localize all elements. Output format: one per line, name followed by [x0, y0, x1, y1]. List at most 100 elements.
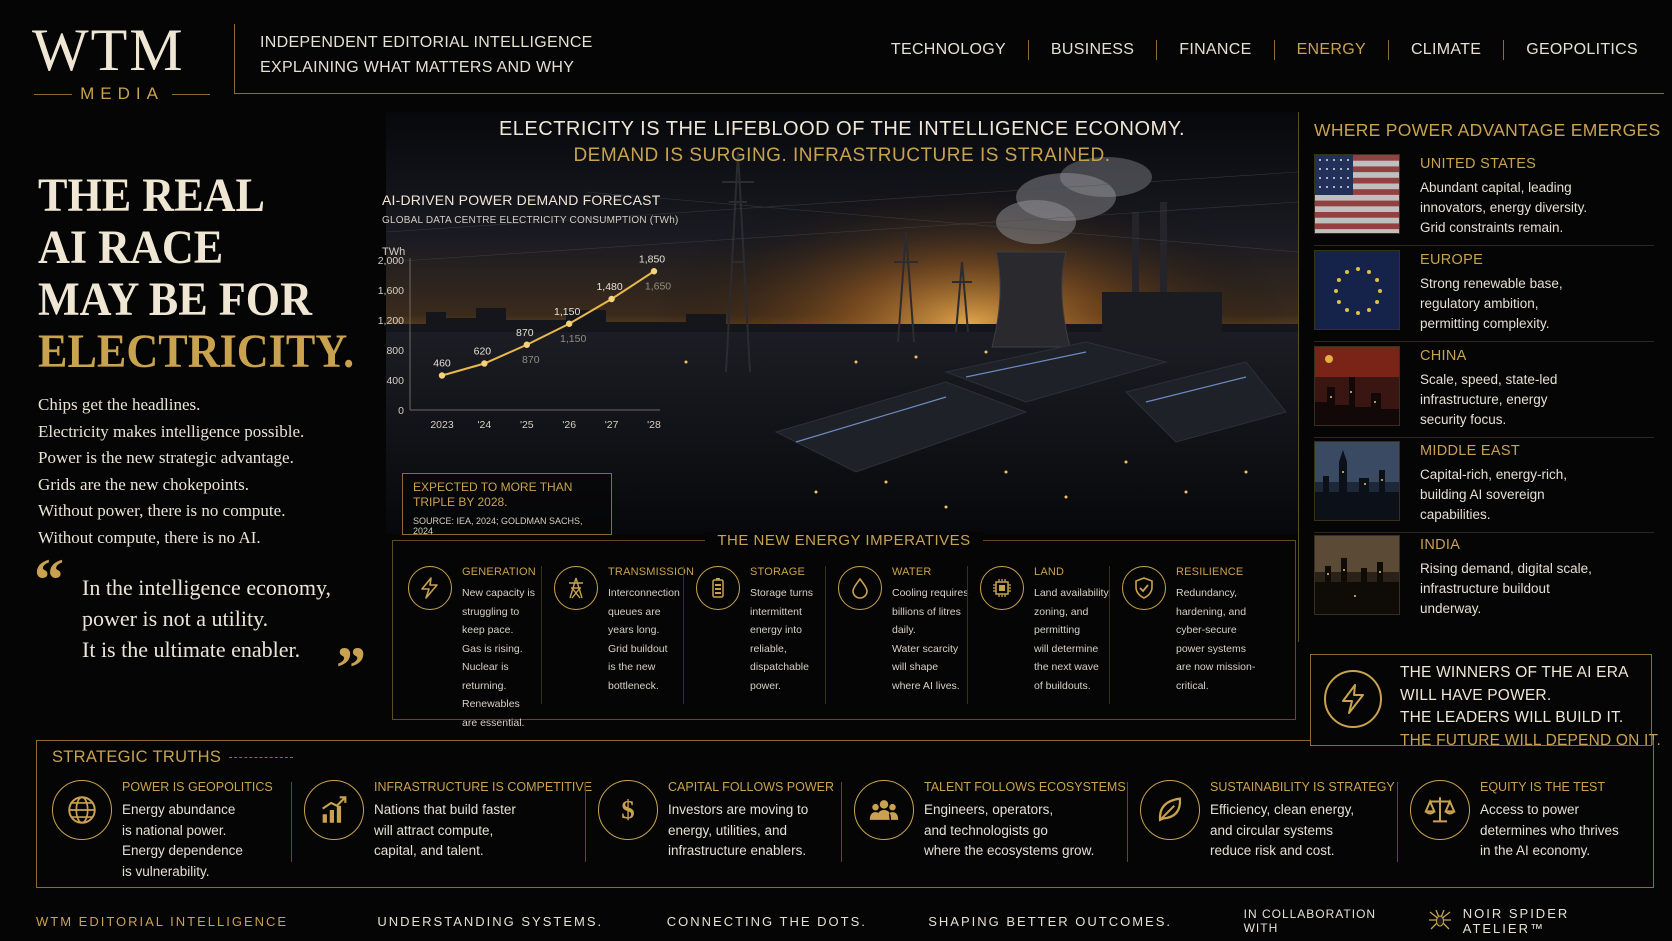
- imperative-line: years long.: [608, 624, 660, 636]
- imperative-line: energy into: [750, 624, 802, 636]
- quote-close-mark-icon: ”: [336, 635, 366, 701]
- truth-divider: [841, 782, 842, 862]
- imperative-line: the next wave: [1034, 661, 1099, 673]
- y-tick-label: 2,000: [378, 255, 404, 267]
- strategic-truths-title-text: STRATEGIC TRUTHS: [52, 748, 222, 766]
- y-tick-label: 0: [398, 405, 404, 417]
- nav-business[interactable]: BUSINESS: [1027, 40, 1156, 60]
- truth-line: where the ecosystems grow.: [924, 843, 1095, 858]
- imperative-line: power.: [750, 679, 781, 692]
- winners-line: THE WINNERS OF THE AI ERA: [1400, 664, 1629, 681]
- imperative-line: bottleneck.: [608, 679, 659, 692]
- nav-technology[interactable]: TECHNOLOGY: [869, 40, 1028, 60]
- region-europe: EUROPE Strong renewable base, regulatory a…: [1314, 246, 1654, 342]
- dollar-icon: $: [598, 780, 658, 840]
- data-label: 1,850: [639, 254, 665, 265]
- region-name: UNITED STATES: [1420, 156, 1537, 172]
- region-united-states: UNITED STATES Abundant capital, leading in…: [1314, 150, 1654, 246]
- us-flag-image: [1314, 154, 1400, 234]
- imperative-storage: STORAGE Storage turns intermittent energy i…: [684, 562, 826, 712]
- truth-divider: [291, 782, 292, 862]
- quote-open-mark-icon: “: [34, 547, 64, 613]
- imperative-line: are essential.: [462, 716, 525, 729]
- truth-talent-follows-ecosystems: TALENT FOLLOWS ECOSYSTEMS Engineers, oper…: [854, 778, 1128, 878]
- imperative-body: Redundancy, hardening, and cyber-secure pow…: [1176, 584, 1258, 695]
- region-name: MIDDLE EAST: [1420, 443, 1520, 459]
- imperative-body: Cooling requires billions of litres daily.…: [892, 584, 974, 695]
- region-china: CHINA Scale, speed, state-led infrastructu…: [1314, 342, 1654, 438]
- imperative-water: WATER Cooling requires billions of litres d…: [826, 562, 968, 712]
- imperative-line: Storage turns: [750, 587, 814, 599]
- nav-climate[interactable]: CLIMATE: [1387, 40, 1503, 60]
- hero-subtitle: DEMAND IS SURGING. INFRASTRUCTURE IS STR…: [573, 145, 1111, 166]
- region-line: Capital-rich, energy-rich,: [1420, 467, 1568, 482]
- y-tick-label: 800: [386, 345, 404, 357]
- truth-heading: EQUITY IS THE TEST: [1480, 780, 1606, 794]
- region-description: Scale, speed, state-led infrastructure, e…: [1420, 370, 1650, 430]
- nav-finance[interactable]: FINANCE: [1156, 40, 1273, 60]
- truth-heading: POWER IS GEOPOLITICS: [122, 780, 273, 794]
- truth-line: energy, utilities, and: [668, 822, 788, 838]
- imperative-line: Gas is rising.: [462, 642, 523, 655]
- footer-partner: NOIR SPIDER ATELIER™: [1462, 906, 1570, 936]
- quote-line: power is not a utility.: [82, 606, 269, 631]
- chart-title: AI-DRIVEN POWER DEMAND FORECAST: [382, 192, 661, 208]
- footer-motto-2: CONNECTING THE DOTS.: [666, 913, 867, 929]
- footer-motto-3: SHAPING BETTER OUTCOMES.: [928, 913, 1172, 929]
- imperative-line: struggling to: [462, 605, 520, 618]
- lightning-icon: [408, 566, 452, 610]
- region-line: Rising demand, digital scale,: [1420, 561, 1592, 576]
- imperative-body: Land availability, zoning, and permitting w…: [1034, 584, 1116, 695]
- pull-quote: In the intelligence economy, power is no…: [82, 572, 331, 665]
- region-line: Strong renewable base,: [1420, 276, 1563, 291]
- region-description: Strong renewable base, regulatory ambitio…: [1420, 274, 1650, 334]
- page-headline: THE REAL AI RACE MAY BE FOR ELECTRICITY.: [38, 170, 354, 378]
- imperative-line: is the new: [608, 661, 656, 673]
- tagline-line-1: INDEPENDENT EDITORIAL INTELLIGENCE: [260, 34, 593, 51]
- nav-geopolitics[interactable]: GEOPOLITICS: [1503, 40, 1660, 60]
- region-middle-east: MIDDLE EAST Capital-rich, energy-rich, bui…: [1314, 437, 1654, 533]
- headline-line-2: AI RACE: [38, 221, 224, 274]
- tagline: INDEPENDENT EDITORIAL INTELLIGENCE EXPLA…: [260, 30, 593, 80]
- truth-infrastructure-is-competitive: INFRASTRUCTURE IS COMPETITIVE Nations tha…: [304, 778, 592, 878]
- x-tick-label: 2023: [430, 419, 454, 431]
- middle-east-skyline-image: [1314, 441, 1400, 521]
- region-name: INDIA: [1420, 537, 1461, 553]
- battery-icon: [696, 566, 740, 610]
- footer-motto-1: UNDERSTANDING SYSTEMS.: [377, 913, 604, 929]
- quote-line: It is the ultimate enabler.: [82, 637, 301, 662]
- imperatives-title: THE NEW ENERGY IMPERATIVES: [392, 532, 1296, 550]
- hero-title: ELECTRICITY IS THE LIFEBLOOD OF THE INTE…: [498, 118, 1186, 140]
- data-label-secondary: 1,150: [560, 333, 586, 345]
- winners-line: THE LEADERS WILL BUILD IT.: [1400, 709, 1624, 726]
- logo-rule-left: [34, 93, 73, 95]
- imperative-heading: LAND: [1034, 566, 1065, 578]
- region-line: Scale, speed, state-led: [1420, 372, 1558, 387]
- lightning-icon: [1324, 670, 1382, 728]
- data-label: 1,480: [596, 281, 622, 293]
- truth-heading: TALENT FOLLOWS ECOSYSTEMS: [924, 780, 1126, 794]
- data-label-secondary: 870: [522, 354, 540, 366]
- intro-line: Without compute, there is no AI.: [38, 527, 261, 547]
- imperative-line: New capacity is: [462, 587, 535, 599]
- region-line: Abundant capital, leading: [1420, 180, 1572, 195]
- imperative-body: Storage turns intermittent energy into reli…: [750, 584, 832, 695]
- logo-media-text: MEDIA: [80, 84, 164, 103]
- imperative-line: where AI lives.: [892, 679, 960, 692]
- imperative-line: daily.: [892, 624, 916, 636]
- india-skyline-image: [1314, 535, 1400, 615]
- region-line: security focus.: [1420, 412, 1507, 427]
- callout-text: EXPECTED TO MORE THAN TRIPLE BY 2028.: [413, 480, 573, 509]
- imperative-heading: RESILIENCE: [1176, 566, 1244, 578]
- truth-line: Access to power: [1480, 802, 1580, 817]
- nav-energy[interactable]: ENERGY: [1273, 40, 1388, 60]
- growth-chart-icon: [304, 780, 364, 840]
- data-point: [650, 268, 658, 275]
- truth-capital-follows-power: $ CAPITAL FOLLOWS POWER Investors are movi…: [598, 778, 842, 878]
- data-point: [566, 320, 573, 327]
- imperative-resilience: RESILIENCE Redundancy, hardening, and cyber…: [1110, 562, 1296, 712]
- forecast-callout: EXPECTED TO MORE THAN TRIPLE BY 2028. SO…: [402, 473, 612, 536]
- truth-divider: [1127, 782, 1128, 862]
- data-label: 460: [433, 358, 451, 370]
- imperative-line: billions of litres: [892, 605, 961, 618]
